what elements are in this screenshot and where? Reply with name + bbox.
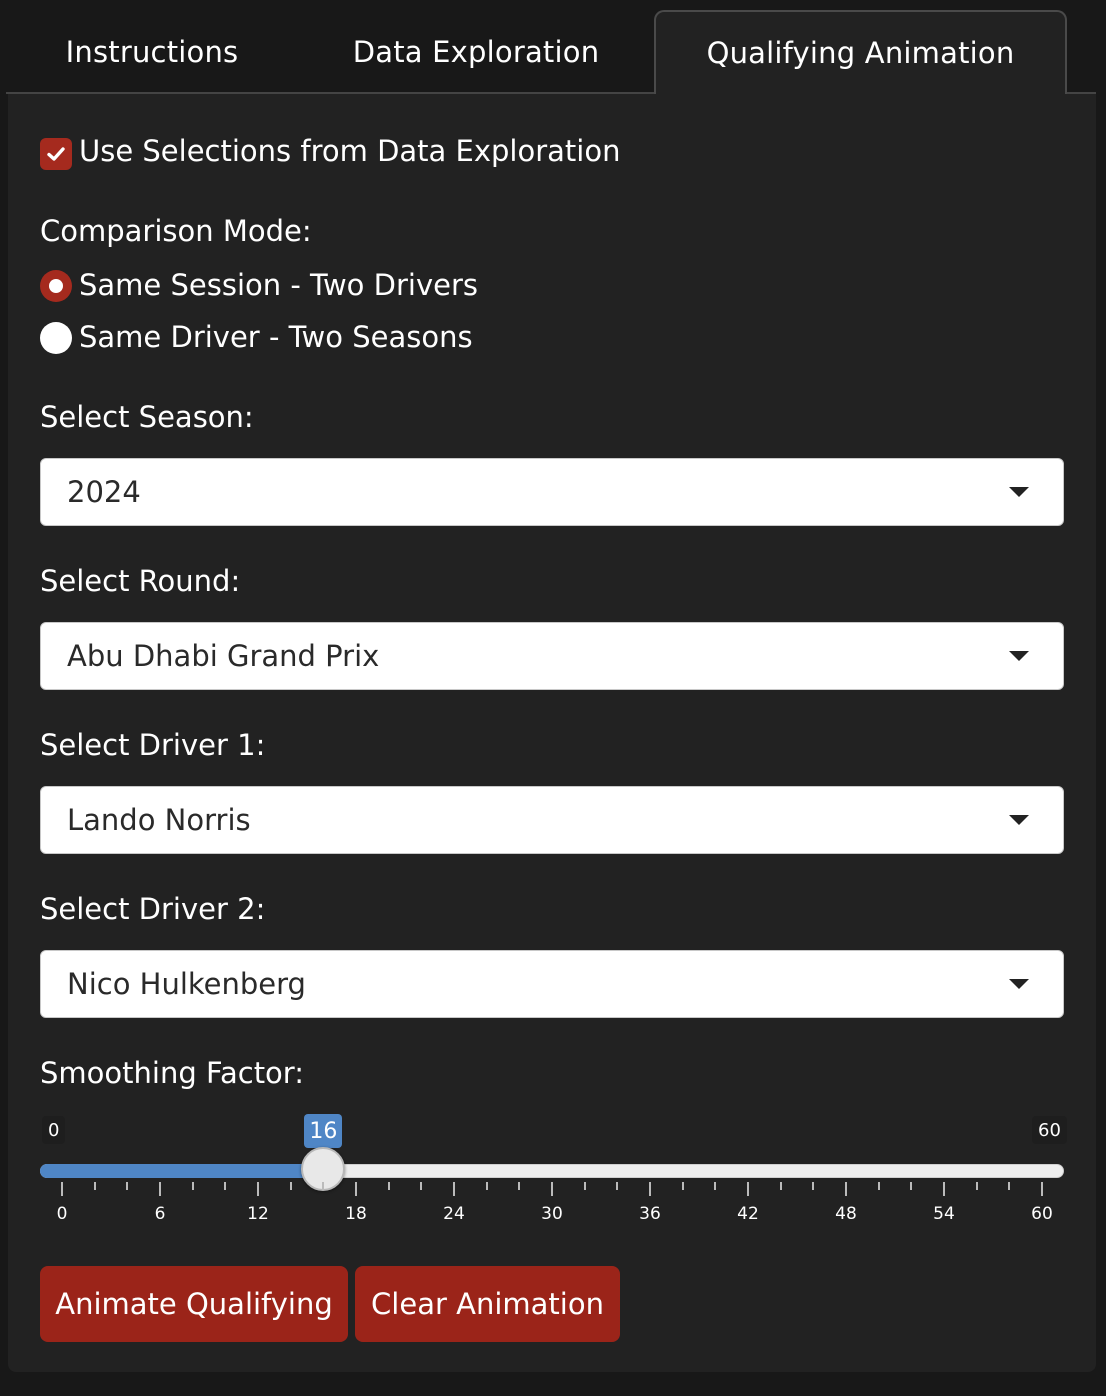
qualifying-animation-panel: Use Selections from Data Exploration Com…: [8, 94, 1096, 1372]
slider-minor-tick: [812, 1182, 815, 1190]
slider-minor-tick: [779, 1182, 782, 1190]
slider-tick-label: 54: [933, 1204, 955, 1224]
slider-minor-tick: [681, 1182, 684, 1190]
slider-major-tick: [649, 1182, 651, 1196]
slider-major-tick: [61, 1182, 63, 1196]
slider-tick-label: 6: [154, 1204, 166, 1224]
driver2-value: Nico Hulkenberg: [67, 967, 306, 1001]
driver2-select[interactable]: Nico Hulkenberg: [40, 950, 1064, 1018]
round-value: Abu Dhabi Grand Prix: [67, 639, 380, 673]
slider-tick-label: 12: [247, 1204, 269, 1224]
slider-minor-tick: [910, 1182, 913, 1190]
slider-fill: [40, 1164, 324, 1178]
slider-major-tick: [355, 1182, 357, 1196]
slider-major-tick: [159, 1182, 161, 1196]
slider-minor-tick: [714, 1182, 717, 1190]
slider-tick-label: 18: [345, 1204, 367, 1224]
use-selections-label[interactable]: Use Selections from Data Exploration: [79, 134, 620, 168]
comparison-mode-label: Comparison Mode:: [40, 214, 312, 248]
slider-minor-tick: [387, 1182, 390, 1190]
slider-major-tick: [943, 1182, 945, 1196]
season-select[interactable]: 2024: [40, 458, 1064, 526]
season-value: 2024: [67, 475, 141, 509]
slider-minor-tick: [420, 1182, 423, 1190]
driver1-label: Select Driver 1:: [40, 728, 266, 762]
chevron-down-icon: [1009, 815, 1029, 825]
slider-minor-tick: [583, 1182, 586, 1190]
driver2-label: Select Driver 2:: [40, 892, 266, 926]
tab-qualifying-animation[interactable]: Qualifying Animation: [654, 10, 1067, 94]
tab-bar: Instructions Data Exploration Qualifying…: [0, 0, 1106, 94]
radio-same-session-label[interactable]: Same Session - Two Drivers: [79, 268, 478, 302]
slider-minor-tick: [191, 1182, 194, 1190]
driver1-value: Lando Norris: [67, 803, 251, 837]
slider-tick-label: 42: [737, 1204, 759, 1224]
use-selections-checkbox[interactable]: [40, 138, 72, 170]
round-select[interactable]: Abu Dhabi Grand Prix: [40, 622, 1064, 690]
slider-max-label: 60: [1032, 1116, 1067, 1144]
slider-tick-label: 30: [541, 1204, 563, 1224]
slider-minor-tick: [93, 1182, 96, 1190]
slider-minor-tick: [224, 1182, 227, 1190]
slider-minor-tick: [1008, 1182, 1011, 1190]
clear-animation-button[interactable]: Clear Animation: [355, 1266, 620, 1342]
slider-tick-label: 24: [443, 1204, 465, 1224]
slider-minor-tick: [975, 1182, 978, 1190]
slider-major-tick: [453, 1182, 455, 1196]
round-label: Select Round:: [40, 564, 241, 598]
radio-same-driver-label[interactable]: Same Driver - Two Seasons: [79, 320, 473, 354]
animate-qualifying-button[interactable]: Animate Qualifying: [40, 1266, 348, 1342]
slider-tick-label: 48: [835, 1204, 857, 1224]
slider-major-tick: [1041, 1182, 1043, 1196]
slider-value-badge: 16: [304, 1114, 343, 1148]
slider-tick-label: 36: [639, 1204, 661, 1224]
slider-minor-tick: [485, 1182, 488, 1190]
slider-major-tick: [551, 1182, 553, 1196]
slider-major-tick: [257, 1182, 259, 1196]
chevron-down-icon: [1009, 979, 1029, 989]
radio-same-session[interactable]: [40, 270, 72, 302]
slider-minor-tick: [126, 1182, 129, 1190]
driver1-select[interactable]: Lando Norris: [40, 786, 1064, 854]
radio-selected-dot: [49, 279, 63, 293]
slider-minor-tick: [877, 1182, 880, 1190]
slider-major-tick: [747, 1182, 749, 1196]
slider-min-label: 0: [42, 1116, 66, 1144]
tab-instructions[interactable]: Instructions: [20, 10, 284, 94]
tab-data-exploration[interactable]: Data Exploration: [330, 10, 622, 94]
chevron-down-icon: [1009, 487, 1029, 497]
season-label: Select Season:: [40, 400, 254, 434]
slider-minor-tick: [518, 1182, 521, 1190]
checkmark-icon: [47, 147, 65, 161]
slider-major-tick: [845, 1182, 847, 1196]
smoothing-label: Smoothing Factor:: [40, 1056, 304, 1090]
slider-minor-tick: [322, 1182, 325, 1190]
slider-minor-tick: [616, 1182, 619, 1190]
chevron-down-icon: [1009, 651, 1029, 661]
slider-tick-label: 0: [56, 1204, 68, 1224]
slider-minor-tick: [289, 1182, 292, 1190]
slider-tick-label: 60: [1031, 1204, 1053, 1224]
radio-same-driver[interactable]: [40, 322, 72, 354]
